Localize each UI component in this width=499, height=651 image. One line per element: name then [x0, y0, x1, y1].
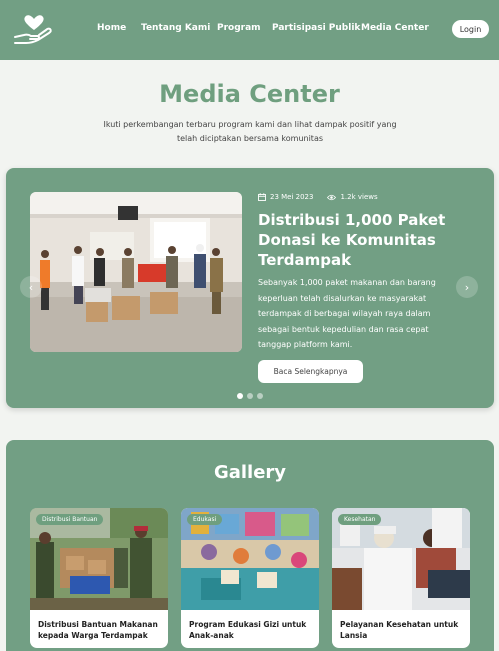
subtitle-line-2: telah diciptakan bersama komunitas	[176, 134, 324, 143]
nav-home[interactable]: Home	[97, 23, 126, 33]
featured-photo	[30, 192, 242, 352]
read-more-button[interactable]: Baca Selengkapnya	[258, 360, 363, 383]
gallery-caption-kesehatan: Pelayanan Kesehatan untuk Lansia	[340, 620, 459, 640]
featured-date: 23 Mei 2023	[270, 193, 314, 201]
carousel-next-button[interactable]: ›	[456, 276, 478, 298]
carousel-prev-button[interactable]: ‹	[20, 276, 42, 298]
gallery-caption-edukasi: Program Edukasi Gizi untuk Anak-anak	[189, 620, 307, 640]
eye-icon	[327, 194, 337, 200]
nav-partisipasi-publik[interactable]: Partisipasi Publik	[272, 23, 360, 33]
gallery-badge-distribusi: Distribusi Bantuan	[36, 514, 104, 525]
featured-title[interactable]: Distribusi 1,000 Paket Donasi ke Komunit…	[258, 210, 478, 270]
gallery-section: Gallery Distribusi Bantuan Distribusi Ba…	[6, 440, 494, 651]
gallery-card-distribusi[interactable]: Distribusi Bantuan Distribusi Bantuan Ma…	[30, 508, 168, 648]
featured-news-card: 23 Mei 2023 1.2k views Distribusi 1,000 …	[6, 168, 494, 408]
subtitle-line-1: Ikuti perkembangan terbaru program kami …	[103, 120, 397, 129]
gallery-badge-edukasi: Edukasi	[187, 514, 223, 525]
navbar: Home Tentang Kami Program Partisipasi Pu…	[0, 0, 499, 60]
nav-media-center[interactable]: Media Center	[361, 23, 429, 33]
carousel-dot-1[interactable]	[237, 393, 243, 399]
nav-program[interactable]: Program	[217, 23, 261, 33]
login-button[interactable]: Login	[452, 20, 489, 38]
carousel-dots	[237, 393, 263, 399]
nav-tentang-kami[interactable]: Tentang Kami	[141, 23, 210, 33]
gallery-card-kesehatan[interactable]: Kesehatan Pelayanan Kesehatan untuk Lans…	[332, 508, 470, 648]
chevron-left-icon: ‹	[28, 280, 34, 294]
carousel-dot-3[interactable]	[257, 393, 263, 399]
gallery-card-edukasi[interactable]: Edukasi Program Edukasi Gizi untuk Anak-…	[181, 508, 319, 648]
gallery-caption-distribusi: Distribusi Bantuan Makanan kepada Warga …	[38, 620, 158, 640]
carousel-dot-2[interactable]	[247, 393, 253, 399]
featured-meta: 23 Mei 2023 1.2k views	[258, 193, 378, 201]
page-subtitle: Ikuti perkembangan terbaru program kami …	[80, 118, 420, 146]
gallery-badge-kesehatan: Kesehatan	[338, 514, 382, 525]
calendar-icon	[258, 193, 266, 201]
featured-description: Sebanyak 1,000 paket makanan dan barang …	[258, 278, 436, 349]
chevron-right-icon: ›	[464, 280, 470, 294]
featured-views: 1.2k views	[340, 193, 378, 201]
gallery-title: Gallery	[213, 462, 287, 483]
page-title: Media Center	[159, 80, 340, 108]
heart-hand-logo-icon[interactable]	[12, 10, 56, 48]
